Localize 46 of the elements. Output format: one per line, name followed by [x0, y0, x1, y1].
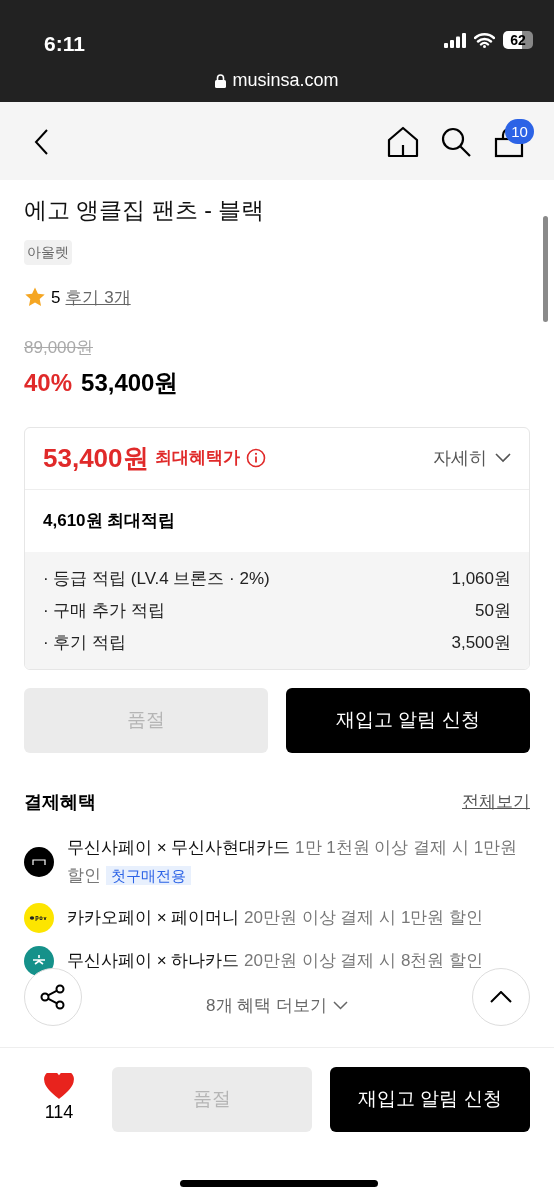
chevron-down-icon: [332, 1000, 348, 1010]
signal-icon: [444, 33, 466, 48]
benefit-text: 무신사페이 × 무신사현대카드 1만 1천원 이상 결제 시 1만원 할인 첫구매전용: [67, 836, 519, 887]
section-title: 결제혜택: [24, 790, 96, 814]
outlet-tag: 아울렛: [24, 239, 72, 265]
reviews-link[interactable]: 후기 3개: [65, 284, 131, 310]
discount-rate: 40%: [24, 367, 73, 398]
like-button[interactable]: 114: [24, 1073, 94, 1126]
back-icon[interactable]: [33, 128, 49, 156]
view-all-link[interactable]: 전체보기: [462, 789, 530, 815]
search-icon[interactable]: [440, 126, 472, 158]
status-time: 6:11: [44, 31, 85, 57]
heart-icon: [44, 1073, 74, 1099]
more-benefits-button[interactable]: 8개 혜택 더보기: [206, 992, 348, 1018]
restock-alert-button[interactable]: 재입고 알림 신청: [286, 687, 530, 753]
wifi-icon: [474, 32, 495, 48]
points-value: 50원: [475, 599, 511, 622]
rating-value: 5: [51, 286, 61, 309]
product-title: 에고 앵클집 팬츠 - 블랙: [24, 196, 266, 225]
card-logo-icon: [24, 846, 54, 877]
url-text[interactable]: musinsa.com: [232, 67, 339, 94]
details-toggle[interactable]: 자세히: [433, 444, 511, 472]
info-icon[interactable]: [245, 448, 266, 468]
original-price: 89,000원: [24, 337, 94, 359]
star-icon: [24, 286, 46, 309]
points-label: · 후기 적립: [43, 631, 127, 654]
max-points-total: 4,610원 최대적립: [42, 509, 177, 532]
restock-alert-button[interactable]: 재입고 알림 신청: [330, 1067, 530, 1132]
max-benefit-price: 53,400원: [43, 441, 149, 475]
battery-indicator: 62: [503, 31, 533, 49]
max-benefit-label: 최대혜택가: [154, 447, 240, 470]
home-icon[interactable]: [387, 126, 419, 158]
chevron-up-icon: [490, 991, 512, 1003]
lock-icon: [215, 73, 227, 88]
points-label: · 구매 추가 적립: [43, 599, 165, 622]
share-icon: [39, 983, 67, 1011]
points-value: 3,500원: [451, 631, 511, 654]
chevron-down-icon: [495, 453, 511, 463]
pay-logo-icon: [24, 902, 54, 933]
cart-count-badge: 10: [505, 119, 534, 144]
benefit-text: 무신사페이 × 하나카드 20만원 이상 결제 시 8천원 할인: [67, 949, 485, 972]
sale-price: 53,400원: [81, 367, 179, 398]
benefit-text: 카카오페이 × 페이머니 20만원 이상 결제 시 1만원 할인: [67, 906, 485, 929]
points-label: · 등급 적립 (LV.4 브론즈 · 2%): [43, 567, 270, 590]
points-value: 1,060원: [451, 567, 511, 590]
like-count: 114: [44, 1101, 74, 1124]
